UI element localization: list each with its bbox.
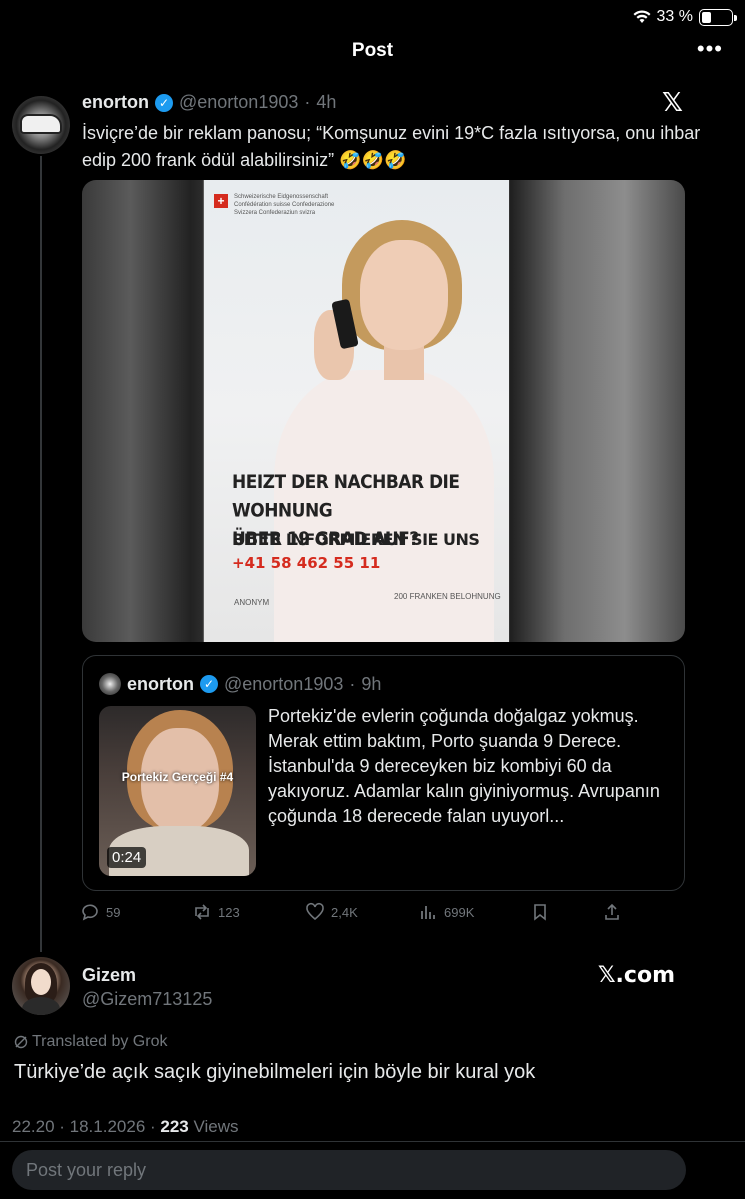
verified-badge-icon: ✓: [200, 675, 218, 693]
reply-input[interactable]: Post your reply: [12, 1150, 686, 1190]
like-button[interactable]: 2,4K: [305, 902, 358, 922]
post-time[interactable]: 4h: [316, 92, 336, 113]
share-icon: [605, 903, 619, 920]
quote-author-name: enorton: [127, 673, 194, 694]
like-count: 2,4K: [331, 904, 358, 920]
poster-anon: ANONYM: [234, 598, 270, 607]
video-duration: 0:24: [107, 847, 147, 868]
post-actions: 59 123 2,4K 699K: [80, 902, 640, 926]
reply-text: Türkiye’de açık saçık giyinebilmeleri iç…: [14, 1061, 536, 1083]
analytics-icon: [421, 906, 435, 919]
separator-dot: ·: [304, 92, 311, 112]
repost-button[interactable]: 123: [192, 902, 240, 922]
reply-count: 59: [106, 904, 121, 920]
x-logo-icon: 𝕏: [662, 88, 683, 118]
status-bar: 33 %: [0, 0, 745, 36]
poster-cta: BITTE INFORMIEREN SIE UNS: [232, 530, 480, 549]
divider: [0, 1141, 745, 1142]
poster-confederation: Schweizerische Eidgenossenschaft Confédé…: [234, 194, 335, 216]
reply-button[interactable]: 59: [80, 902, 120, 922]
post-author: enorton ✓ @enorton1903 · 4h: [82, 92, 336, 113]
header: Post •••: [0, 36, 745, 66]
verified-badge-icon: ✓: [155, 93, 173, 112]
quote-author-handle: @enorton1903: [224, 673, 344, 694]
grok-icon: [14, 1035, 28, 1049]
avatar[interactable]: [12, 957, 70, 1015]
post-meta: 22.20 · 18.1.2026 · 223 Views: [12, 1117, 239, 1136]
battery-percent: 33 %: [656, 8, 693, 25]
quoted-post[interactable]: enorton ✓ @enorton1903 · 9h Portekiz Ger…: [82, 655, 685, 891]
thumbnail-label: Portekiz Gerçeği #4: [121, 770, 234, 784]
quote-text: Portekiz'de evlerin çoğunda doğalgaz yok…: [268, 706, 660, 826]
bookmark-icon: [534, 904, 546, 921]
video-thumbnail[interactable]: Portekiz Gerçeği #4 0:24: [99, 706, 256, 876]
heart-icon: [306, 902, 324, 921]
author-name[interactable]: enorton: [82, 92, 149, 113]
billboard-poster: + Schweizerische Eidgenossenschaft Confé…: [204, 180, 509, 642]
post-image[interactable]: + Schweizerische Eidgenossenschaft Confé…: [82, 180, 685, 642]
avatar[interactable]: [12, 96, 70, 154]
bookmark-button[interactable]: [530, 902, 550, 922]
views-button[interactable]: 699K: [418, 902, 474, 922]
wifi-icon: [633, 10, 651, 23]
quote-avatar: [99, 673, 121, 695]
reply-icon: [82, 904, 98, 921]
poster-reward: 200 FRANKEN BELOHNUNG: [394, 592, 501, 601]
battery-icon: [699, 8, 737, 26]
reply-author-handle[interactable]: @Gizem713125: [82, 989, 212, 1010]
view-count: 699K: [444, 904, 475, 920]
poster-phone: +41 58 462 55 11: [232, 554, 381, 572]
more-options-button[interactable]: •••: [697, 36, 723, 62]
quote-time: 9h: [361, 673, 382, 694]
share-button[interactable]: [602, 902, 622, 922]
repost-icon: [195, 904, 209, 920]
post-text: İsviçre’de bir reklam panosu; “Komşunuz …: [82, 123, 701, 170]
author-handle[interactable]: @enorton1903: [179, 92, 298, 113]
xcom-watermark: 𝕏.com: [597, 963, 675, 988]
swiss-flag-icon: +: [214, 194, 228, 208]
translated-label[interactable]: Translated by Grok: [14, 1033, 167, 1051]
thread-line: [40, 156, 42, 952]
views-count: 223: [160, 1117, 189, 1136]
reply-author-name[interactable]: Gizem: [82, 965, 136, 986]
page-title: Post: [351, 40, 394, 61]
repost-count: 123: [218, 904, 240, 920]
